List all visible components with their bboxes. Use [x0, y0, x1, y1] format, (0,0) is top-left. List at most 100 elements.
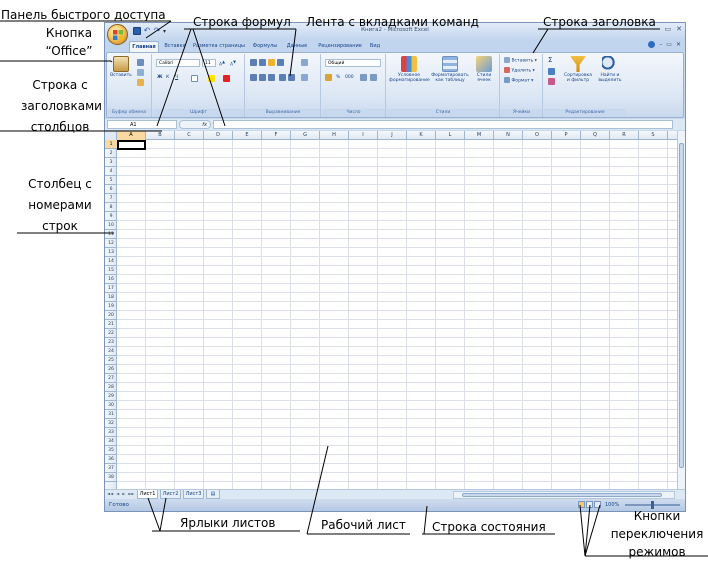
find-select-button[interactable]: Найти и выделить — [596, 56, 624, 83]
column-header-o[interactable]: O — [523, 131, 552, 140]
copy-icon[interactable] — [137, 69, 144, 76]
column-header-g[interactable]: G — [291, 131, 320, 140]
bold-button[interactable]: Ж — [157, 74, 163, 81]
row-header-34[interactable]: 34 — [105, 437, 117, 446]
page-break-view-icon[interactable] — [594, 501, 601, 508]
row-header-12[interactable]: 12 — [105, 239, 117, 248]
conditional-formatting-button[interactable]: Условное форматирование — [389, 56, 430, 83]
select-all-corner[interactable] — [105, 131, 117, 140]
font-name-select[interactable]: Calibri — [156, 59, 200, 67]
row-header-31[interactable]: 31 — [105, 410, 117, 419]
row-header-15[interactable]: 15 — [105, 266, 117, 275]
column-header-s[interactable]: S — [639, 131, 668, 140]
row-header-13[interactable]: 13 — [105, 248, 117, 257]
ribbon-close-icon[interactable]: ✕ — [676, 41, 681, 48]
merge-cells-icon[interactable] — [301, 74, 308, 81]
number-format-select[interactable]: Общий — [325, 59, 381, 67]
row-header-38[interactable]: 38 — [105, 473, 117, 482]
row-header-30[interactable]: 30 — [105, 401, 117, 410]
align-middle-icon[interactable] — [259, 59, 266, 66]
column-header-p[interactable]: P — [552, 131, 581, 140]
close-icon[interactable]: ✕ — [676, 25, 682, 33]
currency-icon[interactable] — [325, 74, 332, 81]
row-header-21[interactable]: 21 — [105, 320, 117, 329]
row-header-27[interactable]: 27 — [105, 374, 117, 383]
minimize-icon[interactable]: – — [656, 25, 660, 33]
column-header-d[interactable]: D — [204, 131, 233, 140]
help-icon[interactable] — [648, 41, 656, 48]
row-header-35[interactable]: 35 — [105, 446, 117, 455]
column-header-h[interactable]: H — [320, 131, 349, 140]
increase-decimal-icon[interactable] — [360, 74, 367, 81]
row-header-25[interactable]: 25 — [105, 356, 117, 365]
decrease-indent-icon[interactable] — [279, 74, 286, 81]
font-size-select[interactable]: 11 — [202, 59, 216, 67]
row-header-9[interactable]: 9 — [105, 212, 117, 221]
sheet-tab-2[interactable]: Лист2 — [160, 490, 181, 499]
page-layout-view-icon[interactable] — [586, 501, 593, 508]
row-header-3[interactable]: 3 — [105, 158, 117, 167]
column-header-r[interactable]: R — [610, 131, 639, 140]
row-header-14[interactable]: 14 — [105, 257, 117, 266]
name-box[interactable]: A1 — [107, 120, 177, 129]
column-header-f[interactable]: F — [262, 131, 291, 140]
sheet-tab-1[interactable]: Лист1 — [137, 490, 158, 499]
prev-sheet-icon[interactable]: ◄ — [116, 491, 119, 496]
row-header-17[interactable]: 17 — [105, 284, 117, 293]
normal-view-icon[interactable] — [578, 501, 585, 508]
horizontal-scroll-thumb[interactable] — [462, 493, 662, 497]
vertical-scroll-thumb[interactable] — [679, 143, 684, 468]
tab-formulas[interactable]: Формулы — [250, 41, 280, 52]
row-header-37[interactable]: 37 — [105, 464, 117, 473]
column-header-i[interactable]: I — [349, 131, 378, 140]
formula-input[interactable] — [213, 120, 673, 129]
ribbon-minimize-icon[interactable]: – — [659, 41, 662, 48]
clear-icon[interactable] — [548, 78, 555, 85]
next-sheet-icon[interactable]: ► — [122, 491, 125, 496]
align-center-icon[interactable] — [259, 74, 266, 81]
fx-icon[interactable]: fx — [179, 120, 211, 129]
format-as-table-button[interactable]: Форматировать как таблицу — [431, 56, 469, 83]
tab-data[interactable]: Данные — [283, 41, 311, 52]
office-button[interactable] — [107, 24, 128, 45]
format-cells-button[interactable]: Формат ▾ — [504, 77, 533, 85]
column-header-e[interactable]: E — [233, 131, 262, 140]
ribbon-restore-icon[interactable]: ▭ — [666, 41, 672, 48]
format-painter-icon[interactable] — [137, 79, 144, 86]
column-header-l[interactable]: L — [436, 131, 465, 140]
insert-sheet-icon[interactable]: ▤ — [206, 490, 220, 499]
column-header-m[interactable]: M — [465, 131, 494, 140]
cut-icon[interactable] — [137, 59, 144, 66]
align-top-icon[interactable] — [250, 59, 257, 66]
row-header-23[interactable]: 23 — [105, 338, 117, 347]
row-header-16[interactable]: 16 — [105, 275, 117, 284]
tab-view[interactable]: Вид — [367, 41, 383, 52]
row-header-11[interactable]: 11 — [105, 230, 117, 239]
row-header-32[interactable]: 32 — [105, 419, 117, 428]
paste-button[interactable]: Вставить — [110, 56, 132, 78]
row-header-10[interactable]: 10 — [105, 221, 117, 230]
sheet-tab-3[interactable]: Лист3 — [183, 490, 204, 499]
align-left-icon[interactable] — [250, 74, 257, 81]
row-header-19[interactable]: 19 — [105, 302, 117, 311]
horizontal-scrollbar[interactable] — [453, 491, 675, 499]
shrink-font-icon[interactable]: A▼ — [230, 59, 236, 69]
cell-area[interactable] — [117, 140, 677, 489]
fill-icon[interactable] — [548, 68, 555, 75]
vertical-scrollbar[interactable] — [677, 131, 685, 489]
italic-button[interactable]: К — [166, 74, 169, 81]
last-sheet-icon[interactable]: ►► — [128, 491, 134, 496]
row-header-22[interactable]: 22 — [105, 329, 117, 338]
underline-button[interactable]: Ч — [175, 74, 178, 81]
tab-home[interactable]: Главная — [129, 41, 159, 52]
autosum-button[interactable]: Σ — [548, 57, 552, 64]
tab-page-layout[interactable]: Разметка страницы — [191, 41, 247, 52]
row-header-7[interactable]: 7 — [105, 194, 117, 203]
row-header-4[interactable]: 4 — [105, 167, 117, 176]
column-header-q[interactable]: Q — [581, 131, 610, 140]
sort-filter-button[interactable]: Сортировка и фильтр — [562, 56, 594, 83]
row-header-18[interactable]: 18 — [105, 293, 117, 302]
row-header-36[interactable]: 36 — [105, 455, 117, 464]
thousands-button[interactable]: 000 — [345, 74, 354, 81]
column-header-j[interactable]: J — [378, 131, 407, 140]
